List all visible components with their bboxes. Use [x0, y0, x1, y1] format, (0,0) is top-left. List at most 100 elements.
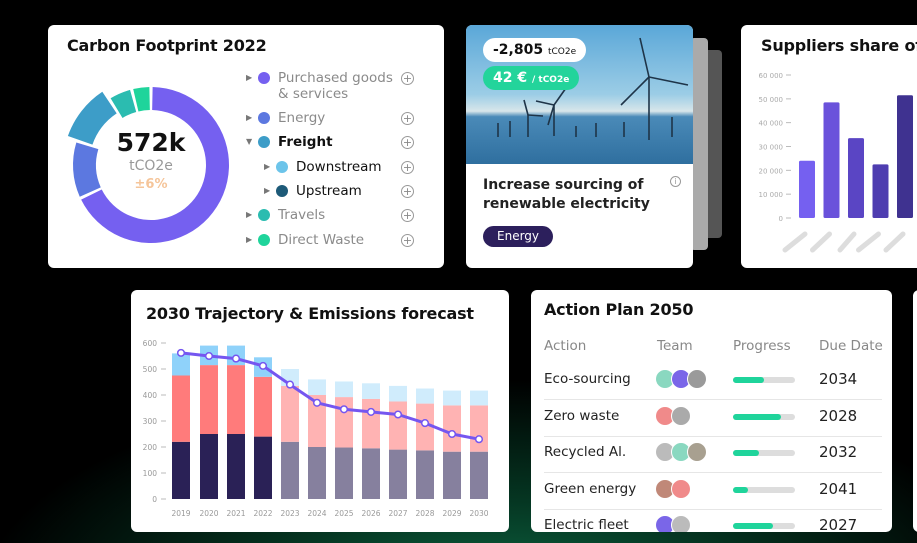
- stack-segment[interactable]: [443, 451, 461, 499]
- stack-segment[interactable]: [308, 447, 326, 499]
- legend-item-travels[interactable]: ▶ Travels: [246, 207, 418, 223]
- avatar[interactable]: [671, 515, 691, 532]
- stack-segment[interactable]: [335, 381, 353, 398]
- info-icon[interactable]: i: [670, 176, 681, 187]
- table-row[interactable]: Zero waste 2028: [544, 400, 882, 437]
- caret-right-icon[interactable]: ▶: [246, 210, 256, 219]
- stack-segment[interactable]: [416, 388, 434, 404]
- supplier-bar[interactable]: [823, 102, 840, 218]
- stack-segment[interactable]: [335, 397, 353, 448]
- table-row[interactable]: Eco-sourcing 2034: [544, 363, 882, 400]
- stack-segment[interactable]: [172, 375, 190, 442]
- stack-segment[interactable]: [416, 450, 434, 499]
- add-icon[interactable]: +: [401, 160, 414, 174]
- action-card[interactable]: -2,805 tCO2e 42 € / tCO2e Increase sourc…: [466, 25, 693, 268]
- table-row[interactable]: Recycled Al. 2032: [544, 436, 882, 473]
- stack-segment[interactable]: [281, 441, 299, 499]
- stack-segment[interactable]: [470, 405, 488, 452]
- supplier-bar[interactable]: [848, 138, 864, 218]
- trajectory-point[interactable]: [420, 419, 430, 428]
- trajectory-point[interactable]: [258, 361, 268, 370]
- avatar[interactable]: [671, 478, 691, 499]
- card-title: Carbon Footprint 2022: [67, 36, 267, 55]
- stack-segment[interactable]: [227, 365, 245, 434]
- trajectory-point[interactable]: [366, 407, 376, 416]
- stack-segment[interactable]: [443, 390, 461, 406]
- stack-segment[interactable]: [335, 447, 353, 499]
- legend-item-freight[interactable]: ▼ Freight: [246, 134, 418, 150]
- add-icon[interactable]: +: [401, 184, 414, 198]
- trajectory-point[interactable]: [176, 348, 186, 357]
- add-icon[interactable]: +: [401, 72, 414, 85]
- category-tag[interactable]: Energy: [483, 226, 554, 247]
- stack-segment[interactable]: [227, 434, 245, 499]
- stack-segment[interactable]: [362, 383, 380, 399]
- y-tick-label: 0: [152, 495, 157, 504]
- caret-right-icon[interactable]: ▶: [246, 113, 256, 122]
- caret-right-icon[interactable]: ▶: [246, 73, 256, 82]
- stack-segment[interactable]: [172, 441, 190, 499]
- stack-segment[interactable]: [389, 385, 407, 402]
- stack-segment[interactable]: [254, 436, 272, 499]
- stack-segment[interactable]: [443, 405, 461, 452]
- stack-segment[interactable]: [281, 385, 299, 442]
- y-tick-label: 20 000: [759, 167, 784, 175]
- avatar[interactable]: [687, 369, 707, 389]
- color-dot: [258, 209, 270, 222]
- donut-slice[interactable]: [73, 142, 101, 197]
- trajectory-point[interactable]: [474, 435, 484, 444]
- stack-segment[interactable]: [470, 390, 488, 406]
- avatar[interactable]: [687, 442, 707, 462]
- due-date: 2028: [819, 406, 858, 425]
- trajectory-point[interactable]: [312, 398, 322, 407]
- supplier-bar[interactable]: [799, 160, 815, 218]
- caret-right-icon[interactable]: ▶: [246, 235, 256, 244]
- trajectory-point[interactable]: [447, 429, 457, 439]
- caret-right-icon[interactable]: ▶: [264, 186, 274, 195]
- stack-segment[interactable]: [254, 376, 272, 437]
- supplier-bar[interactable]: [872, 164, 889, 218]
- trajectory-line: [180, 351, 480, 441]
- header-due-date[interactable]: Due Date: [819, 338, 883, 354]
- trajectory-point[interactable]: [393, 410, 403, 419]
- stack-segment[interactable]: [389, 401, 407, 450]
- trajectory-card: 600 500 400 300 200 100 0 2019 2020 2021 2022 2023 2…: [131, 290, 509, 532]
- legend-item-energy[interactable]: ▶ Energy: [246, 110, 418, 126]
- caret-down-icon[interactable]: ▼: [246, 137, 256, 146]
- add-icon[interactable]: +: [401, 112, 414, 125]
- legend-label: Direct Waste: [278, 231, 365, 248]
- placeholder-label: [810, 231, 832, 253]
- donut-slice[interactable]: [133, 87, 150, 112]
- stack-segment[interactable]: [470, 451, 488, 499]
- trajectory-point[interactable]: [231, 354, 241, 363]
- color-dot: [258, 136, 270, 149]
- progress-bar: [733, 450, 795, 456]
- avatar[interactable]: [671, 405, 691, 426]
- trajectory-point[interactable]: [285, 380, 295, 389]
- legend-label: Freight: [278, 134, 333, 151]
- header-action[interactable]: Action: [544, 338, 586, 354]
- add-icon[interactable]: +: [401, 233, 414, 247]
- trajectory-point[interactable]: [339, 405, 349, 414]
- stack-segment[interactable]: [362, 398, 380, 449]
- table-row[interactable]: Green energy 2041: [544, 473, 882, 510]
- card-title: Action Plan 2050: [544, 300, 694, 319]
- stack-segment[interactable]: [200, 434, 218, 499]
- caret-right-icon[interactable]: ▶: [264, 162, 274, 171]
- header-team[interactable]: Team: [657, 338, 693, 354]
- suppliers-bar-chart: 60 000 50 000 40 000 30 000 20 000 10 000 0: [759, 72, 913, 253]
- trajectory-point[interactable]: [204, 351, 214, 361]
- stack-segment[interactable]: [389, 449, 407, 499]
- action-name: Eco-sourcing: [544, 371, 631, 387]
- stack-segment[interactable]: [308, 379, 326, 395]
- header-progress[interactable]: Progress: [733, 338, 791, 354]
- stack-segment[interactable]: [362, 448, 380, 499]
- y-tick-label: 100: [143, 469, 158, 478]
- table-row[interactable]: Electric fleet 2027: [544, 509, 882, 532]
- stack-segment[interactable]: [200, 365, 218, 434]
- x-tick-label: 2028: [415, 509, 434, 518]
- supplier-bar[interactable]: [897, 95, 913, 218]
- action-plan-card: Action Plan 2050 Action Team Progress Du…: [531, 290, 892, 532]
- legend-item-direct-waste[interactable]: ▶ Direct Waste: [246, 232, 418, 248]
- legend-item-purchased-goods-services[interactable]: ▶ Purchased goods & services: [246, 70, 418, 102]
